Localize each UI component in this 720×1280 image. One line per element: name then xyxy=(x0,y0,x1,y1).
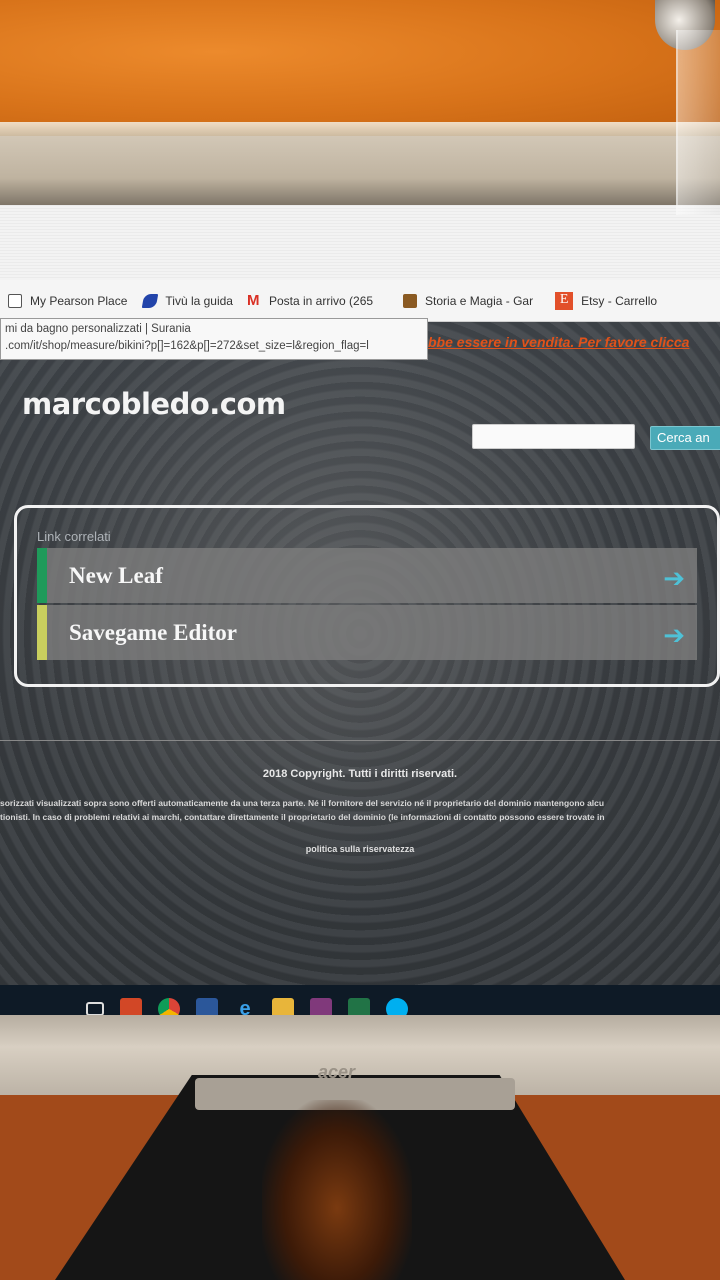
bookmark-tivu-la-guida[interactable]: Tivù la guida xyxy=(135,293,233,308)
monitor-brand-logo: acer xyxy=(318,1062,356,1082)
bookmark-label: Posta in arrivo (265 xyxy=(268,293,374,308)
monitor-screen: My Pearson Place Tivù la guida M Posta i… xyxy=(0,205,720,1015)
task-view-icon[interactable] xyxy=(86,1002,104,1016)
related-links-panel: Link correlati New Leaf ➔ Savegame Edito… xyxy=(14,505,720,687)
bookmark-my-pearson-place[interactable]: My Pearson Place xyxy=(0,293,128,308)
privacy-link[interactable]: politica sulla riservatezza xyxy=(0,844,720,854)
sale-notice-link[interactable]: bbe essere in vendita. Per favore clicca xyxy=(428,334,689,350)
chest-icon xyxy=(403,293,418,308)
arrow-right-icon: ➔ xyxy=(663,563,685,593)
background-wall xyxy=(0,0,720,130)
search-input[interactable] xyxy=(472,424,635,449)
bookmark-label: Etsy - Carrello xyxy=(581,293,658,308)
bookmark-label: Storia e Magia - Gar xyxy=(425,293,534,308)
bookmark-label: My Pearson Place xyxy=(30,293,128,308)
bookmark-storia-e-magia[interactable]: Storia e Magia - Gar xyxy=(395,293,534,308)
footer-divider xyxy=(0,740,720,741)
copyright-text: 2018 Copyright. Tutti i diritti riservat… xyxy=(262,768,458,780)
flag-icon xyxy=(142,293,159,308)
tooltip-url: .com/it/shop/measure/bikini?p[]=162&p[]=… xyxy=(5,340,369,352)
arrow-right-icon: ➔ xyxy=(663,620,685,650)
bookmark-etsy-carrello[interactable]: E Etsy - Carrello xyxy=(547,291,658,310)
wall-edge xyxy=(0,122,720,136)
related-link-new-leaf[interactable]: New Leaf ➔ xyxy=(37,548,697,603)
web-page: marcobledo.com Cerca an Link correlati N… xyxy=(0,322,720,1015)
link-tooltip: mi da bagno personalizzati | Surania .co… xyxy=(0,318,428,360)
related-link-savegame-editor[interactable]: Savegame Editor ➔ xyxy=(37,605,697,660)
accent-bar xyxy=(37,605,47,660)
bookmark-posta-in-arrivo[interactable]: M Posta in arrivo (265 xyxy=(239,291,374,309)
etsy-icon: E xyxy=(555,291,574,310)
tooltip-title: mi da bagno personalizzati | Surania xyxy=(5,323,191,335)
disclaimer-line: tionisti. In caso di problemi relativi a… xyxy=(0,812,605,822)
gmail-icon: M xyxy=(246,291,260,309)
bookmarks-bar: My Pearson Place Tivù la guida M Posta i… xyxy=(0,280,720,322)
link-text: New Leaf xyxy=(69,562,163,588)
link-text: Savegame Editor xyxy=(69,619,238,645)
accent-bar xyxy=(37,548,47,603)
browser-chrome xyxy=(0,205,720,280)
search-button[interactable]: Cerca an xyxy=(650,426,720,450)
related-links-label: Link correlati xyxy=(37,529,111,544)
disclaimer-text: sorizzati visualizzati sopra sono offert… xyxy=(0,796,720,824)
figurine xyxy=(262,1100,412,1280)
page-icon xyxy=(8,293,22,308)
monitor-bezel-top xyxy=(0,136,720,206)
disclaimer-line: sorizzati visualizzati sopra sono offert… xyxy=(0,798,605,808)
bookmark-label: Tivù la guida xyxy=(165,293,233,308)
site-title[interactable]: marcobledo.com xyxy=(22,387,286,421)
plastic-clip xyxy=(676,30,720,215)
